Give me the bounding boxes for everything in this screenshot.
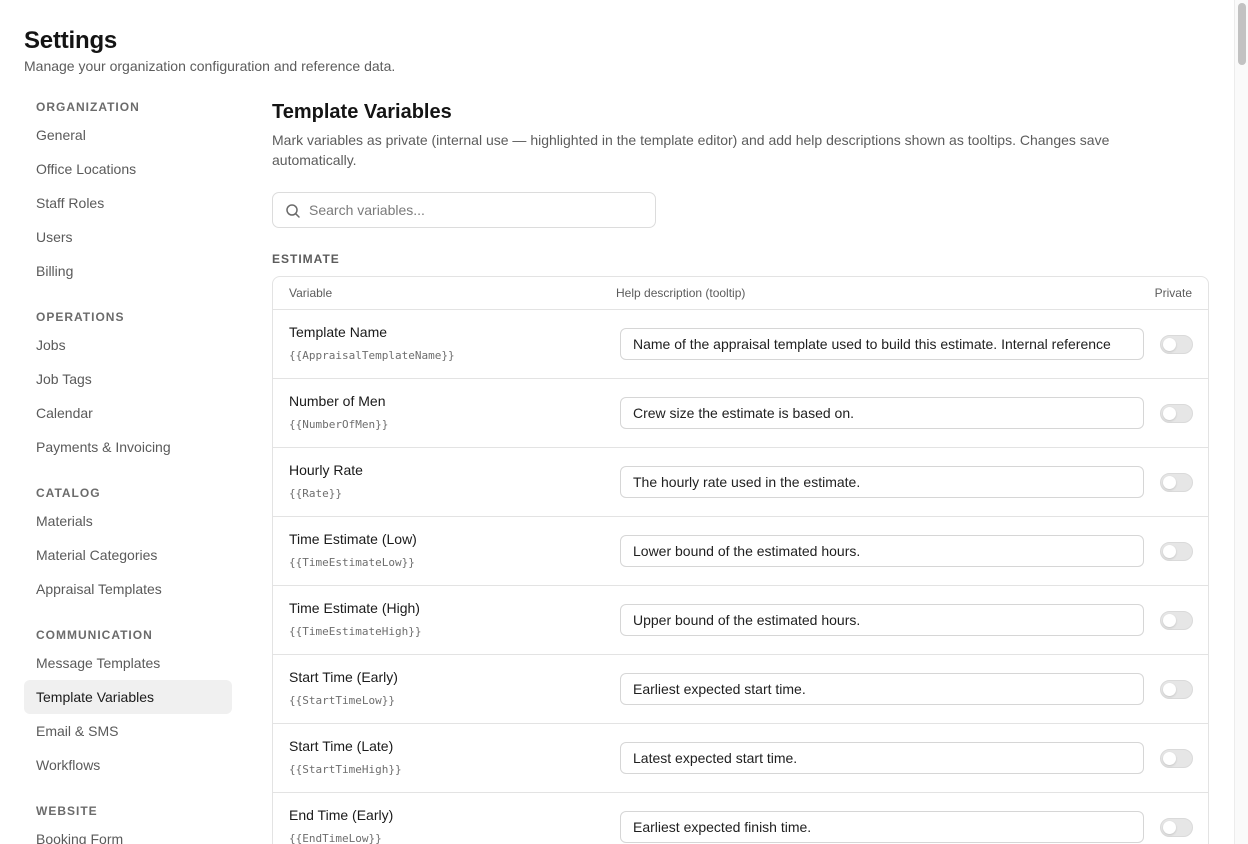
private-toggle[interactable] [1160,473,1193,492]
toggle-knob [1163,614,1176,627]
table-body: Template Name {{AppraisalTemplateName}} … [273,310,1208,844]
table-row: Start Time (Early) {{StartTimeLow}} [273,655,1208,724]
variable-token: {{Rate}} [289,487,342,500]
variable-token: {{StartTimeLow}} [289,694,395,707]
nav-section-heading: COMMUNICATION [36,628,153,642]
section-description: Mark variables as private (internal use … [272,132,1110,168]
nav-section: ORGANIZATION General Office Locations Staff… [24,96,232,288]
variable-name: Start Time (Early) [289,669,398,685]
nav-section: OPERATIONS Jobs Job Tags Calendar Payments &… [24,306,232,464]
variable-name: Start Time (Late) [289,738,394,754]
column-header-description: Help description (tooltip) [616,286,746,300]
description-input[interactable] [620,466,1144,498]
variable-token: {{StartTimeHigh}} [289,763,402,776]
sidebar-item-email-sms[interactable]: Email & SMS [24,714,232,748]
settings-sidebar: ORGANIZATION General Office Locations Staff… [24,96,232,844]
variable-token: {{TimeEstimateLow}} [289,556,415,569]
sidebar-item-materials[interactable]: Materials [24,504,232,538]
description-input[interactable] [620,811,1144,843]
sidebar-item-job-tags[interactable]: Job Tags [24,362,232,396]
page-scrollbar[interactable] [1234,0,1248,844]
main-content: Template Variables Mark variables as pri… [272,101,1209,844]
table-header: Variable Help description (tooltip) Priv… [273,277,1208,310]
description-input[interactable] [620,397,1144,429]
variable-name: Time Estimate (High) [289,600,420,616]
table-row: Template Name {{AppraisalTemplateName}} [273,310,1208,379]
search-box[interactable] [272,192,656,228]
description-input[interactable] [620,604,1144,636]
toggle-knob [1163,476,1176,489]
private-toggle[interactable] [1160,680,1193,699]
variable-name: End Time (Early) [289,807,394,823]
variable-token: {{AppraisalTemplateName}} [289,349,455,362]
section-title: Template Variables [272,101,452,123]
table-row: Time Estimate (High) {{TimeEstimateHigh}… [273,586,1208,655]
page-title: Settings [24,27,118,54]
sidebar-item-booking-form[interactable]: Booking Form [24,822,232,844]
toggle-knob [1163,752,1176,765]
variable-token: {{NumberOfMen}} [289,418,389,431]
nav-section-heading: CATALOG [36,486,101,500]
toggle-knob [1163,338,1176,351]
nav-section: CATALOG Materials Material Categories Appra… [24,482,232,606]
sidebar-item-general[interactable]: General [24,118,232,152]
nav-section-heading: ORGANIZATION [36,100,140,114]
private-toggle[interactable] [1160,542,1193,561]
private-toggle[interactable] [1160,404,1193,423]
sidebar-item-jobs[interactable]: Jobs [24,328,232,362]
description-input[interactable] [620,742,1144,774]
table-row: End Time (Early) {{EndTimeLow}} [273,793,1208,844]
sidebar-item-payments-invoicing[interactable]: Payments & Invoicing [24,430,232,464]
nav-section-heading: OPERATIONS [36,310,125,324]
nav-section: COMMUNICATION Message Templates Template V… [24,624,232,782]
variable-name: Template Name [289,324,388,340]
sidebar-item-material-categories[interactable]: Material Categories [24,538,232,572]
column-header-private: Private [1154,286,1192,300]
sidebar-item-staff-roles[interactable]: Staff Roles [24,186,232,220]
nav-section-heading: WEBSITE [36,804,98,818]
scrollbar-thumb[interactable] [1238,3,1246,65]
description-input[interactable] [620,673,1144,705]
variable-name: Hourly Rate [289,462,363,478]
group-label: ESTIMATE [272,252,340,266]
sidebar-item-workflows[interactable]: Workflows [24,748,232,782]
variable-name: Number of Men [289,393,386,409]
description-input[interactable] [620,328,1144,360]
private-toggle[interactable] [1160,335,1193,354]
variable-token: {{TimeEstimateHigh}} [289,625,422,638]
page-subtitle: Manage your organization configuration a… [24,58,396,74]
column-header-variable: Variable [289,286,333,300]
toggle-knob [1163,683,1176,696]
variable-token: {{EndTimeLow}} [289,832,382,844]
table-row: Time Estimate (Low) {{TimeEstimateLow}} [273,517,1208,586]
sidebar-item-office-locations[interactable]: Office Locations [24,152,232,186]
nav-section: WEBSITE Booking Form [24,800,232,844]
table-row: Hourly Rate {{Rate}} [273,448,1208,517]
table-row: Number of Men {{NumberOfMen}} [273,379,1208,448]
variables-table: Variable Help description (tooltip) Priv… [272,276,1209,844]
search-icon [286,204,300,218]
private-toggle[interactable] [1160,818,1193,837]
private-toggle[interactable] [1160,749,1193,768]
sidebar-item-calendar[interactable]: Calendar [24,396,232,430]
table-row: Start Time (Late) {{StartTimeHigh}} [273,724,1208,793]
toggle-knob [1163,545,1176,558]
search-input[interactable] [309,193,649,227]
variable-name: Time Estimate (Low) [289,531,417,547]
description-input[interactable] [620,535,1144,567]
sidebar-item-billing[interactable]: Billing [24,254,232,288]
private-toggle[interactable] [1160,611,1193,630]
sidebar-item-users[interactable]: Users [24,220,232,254]
toggle-knob [1163,407,1176,420]
toggle-knob [1163,821,1176,834]
sidebar-item-message-templates[interactable]: Message Templates [24,646,232,680]
sidebar-item-appraisal-templates[interactable]: Appraisal Templates [24,572,232,606]
sidebar-item-template-variables[interactable]: Template Variables [24,680,232,714]
